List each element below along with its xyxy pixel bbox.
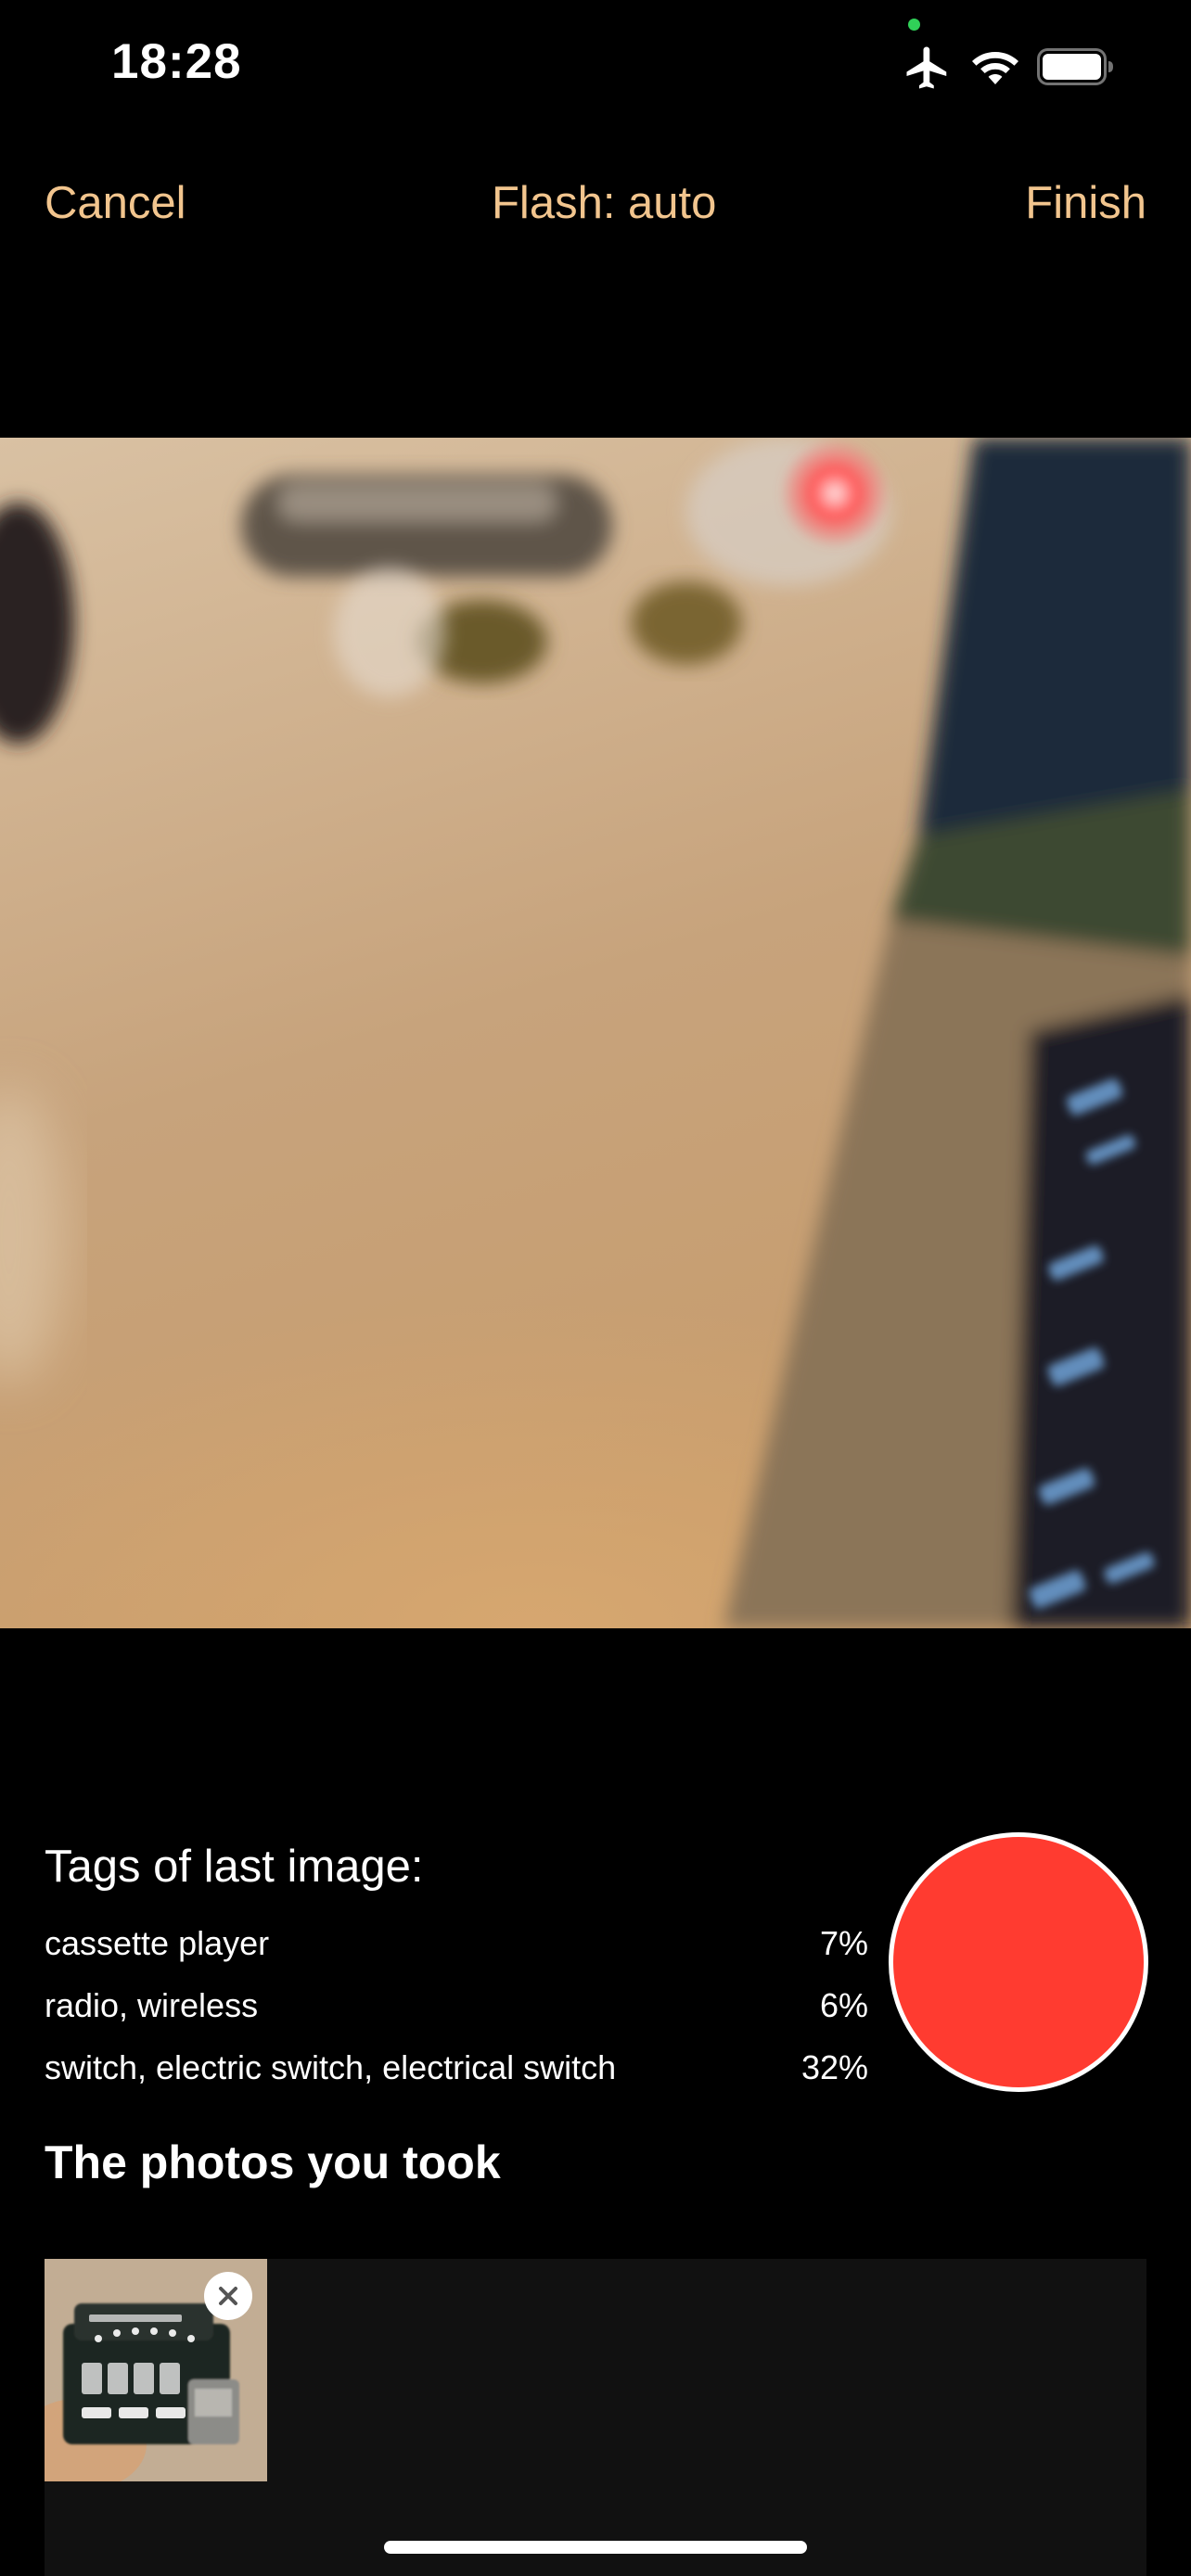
camera-preview-image (0, 438, 1191, 1628)
home-indicator[interactable] (384, 2541, 807, 2554)
tag-row: switch, electric switch, electrical swit… (45, 2042, 868, 2094)
status-bar: 18:28 (0, 0, 1191, 139)
finish-button[interactable]: Finish (1025, 174, 1146, 232)
tag-percent: 6% (819, 1986, 868, 2024)
tag-row: cassette player 7% (45, 1918, 868, 1970)
airplane-mode-icon (906, 46, 947, 89)
cancel-button[interactable]: Cancel (45, 174, 186, 232)
tag-percent: 32% (800, 2048, 868, 2086)
tags-title: Tags of last image: (45, 1842, 424, 1892)
tag-name: switch, electric switch, electrical swit… (45, 2048, 617, 2086)
photo-thumbnail[interactable] (45, 2259, 267, 2481)
tag-row: radio, wireless 6% (45, 1980, 868, 2032)
shutter-button[interactable] (889, 1832, 1148, 2092)
photos-section-title: The photos you took (45, 2136, 501, 2188)
tag-percent: 7% (819, 1924, 868, 1962)
tag-name: radio, wireless (45, 1986, 259, 2024)
tag-name: cassette player (45, 1924, 270, 1962)
status-time: 18:28 (111, 34, 242, 89)
privacy-indicator-dot (908, 19, 920, 31)
close-icon (219, 2287, 237, 2305)
flash-mode-button[interactable]: Flash: auto (492, 174, 716, 232)
photos-strip[interactable] (45, 2259, 1146, 2576)
camera-preview[interactable] (0, 438, 1191, 1628)
battery-icon (1037, 48, 1113, 85)
delete-photo-button[interactable] (204, 2272, 252, 2320)
wifi-icon (972, 52, 1018, 84)
